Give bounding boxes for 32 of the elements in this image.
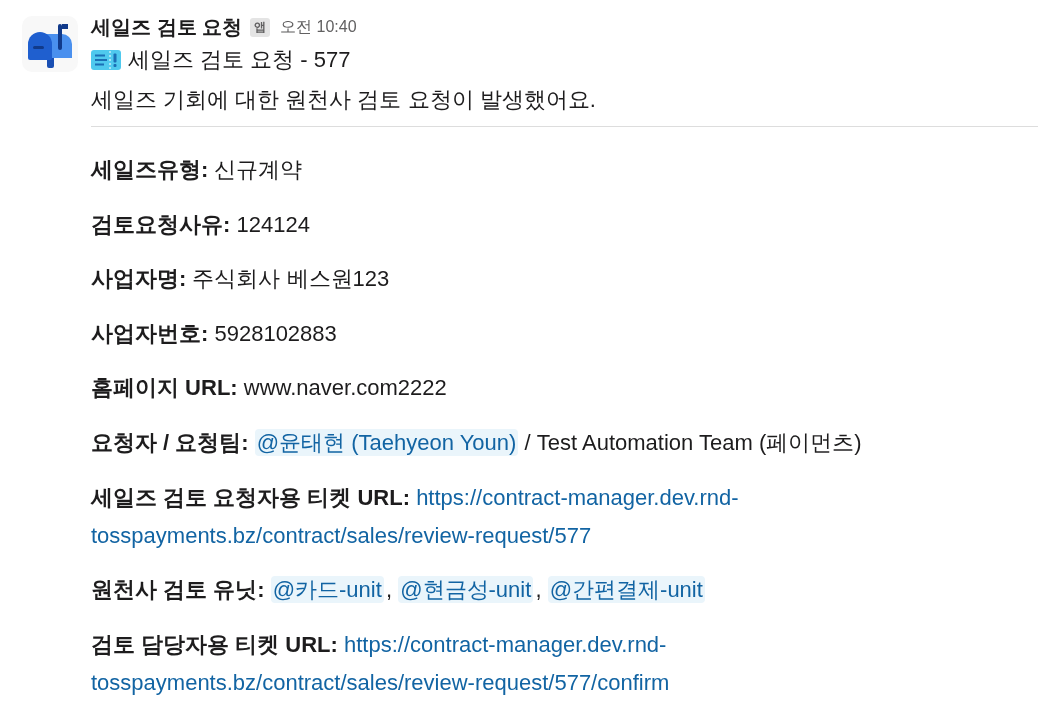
message-time[interactable]: 오전 10:40 — [280, 16, 357, 38]
field-label: 사업자번호: — [91, 320, 209, 346]
field-value: / Test Automation Team (페이먼츠) — [524, 429, 862, 455]
ticket-icon — [91, 50, 121, 70]
field-label: 검토 담당자용 티켓 URL: — [91, 631, 338, 657]
url-link[interactable]: tosspayments.bz/contract/sales/review-request/577 — [91, 516, 592, 555]
mention-link[interactable]: @카드-unit — [270, 576, 384, 604]
app-badge: 앱 — [250, 17, 271, 37]
field-label: 세일즈 검토 요청자용 티켓 URL: — [91, 484, 410, 510]
mailbox-icon — [22, 16, 78, 72]
message-title: 세일즈 검토 요청 - 577 — [128, 46, 351, 74]
field-label: 요청자 / 요청팀: — [91, 429, 249, 455]
comma-text: , — [385, 577, 393, 603]
message-summary: 세일즈 기회에 대한 원천사 검토 요청이 발생했어요. — [91, 86, 596, 114]
field-label: 원천사 검토 유닛: — [91, 577, 265, 603]
field-label: 세일즈유형: — [91, 157, 209, 182]
field-value: 신규계약 — [214, 157, 303, 182]
field-value: 124124 — [236, 211, 310, 237]
sender-name[interactable]: 세일즈 검토 요청 — [91, 13, 243, 41]
field-label: 검토요청사유: — [91, 211, 231, 237]
field-label: 사업자명: — [91, 266, 187, 292]
field-value: 5928102883 — [214, 320, 337, 346]
mention-link[interactable]: @현금성-unit — [398, 576, 534, 604]
field-value: www.naver.com2222 — [243, 375, 447, 401]
mention-link[interactable]: @간편결제-unit — [547, 576, 705, 604]
field-value: 주식회사 베스원123 — [192, 266, 390, 292]
url-link[interactable]: https://contract-manager.dev.rnd- — [416, 484, 739, 510]
url-link[interactable]: tosspayments.bz/contract/sales/review-request/577/confirm — [91, 663, 670, 702]
url-link[interactable]: https://contract-manager.dev.rnd- — [344, 631, 667, 657]
comma-text: , — [535, 577, 542, 603]
mention-link[interactable]: @윤태현 (Taehyeon Youn) — [254, 428, 519, 456]
field-label: 홈페이지 URL: — [91, 375, 238, 401]
